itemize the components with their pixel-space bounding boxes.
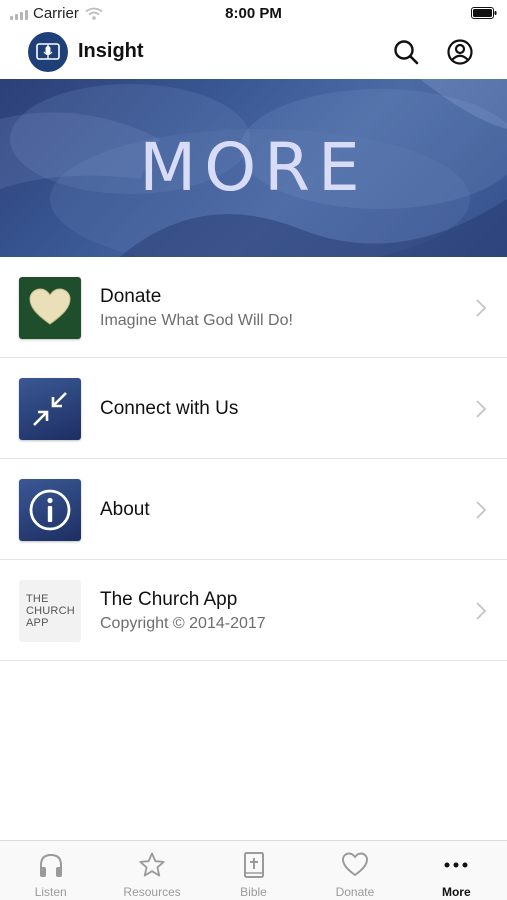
status-time: 8:00 PM <box>225 5 282 22</box>
tab-listen[interactable]: Listen <box>0 841 101 900</box>
menu-item-title: Donate <box>100 286 162 307</box>
menu-item-title: Connect with Us <box>100 398 239 419</box>
info-icon <box>29 489 71 531</box>
logo-line: THE <box>26 593 49 605</box>
heart-icon <box>341 851 369 879</box>
the-church-app-logo: THE CHURCH APP <box>19 580 81 642</box>
menu-list: Donate Imagine What God Will Do! Connect… <box>0 257 507 661</box>
star-icon <box>138 851 166 879</box>
menu-item-subtitle: Imagine What God Will Do! <box>100 312 293 329</box>
app-title: Insight <box>78 40 144 62</box>
chevron-right-icon <box>476 400 487 418</box>
tab-label: Listen <box>34 885 67 899</box>
arrows-inward-icon <box>33 392 67 426</box>
tab-donate[interactable]: Donate <box>304 841 405 900</box>
menu-item-donate[interactable]: Donate Imagine What God Will Do! <box>0 257 507 358</box>
more-screen: Carrier 8:00 PM Insight MORE Donate Imag… <box>0 0 507 900</box>
tab-label: Bible <box>240 885 267 899</box>
app-header: Insight <box>0 28 507 78</box>
bible-icon <box>240 851 268 879</box>
tab-resources[interactable]: Resources <box>101 841 202 900</box>
status-bar: Carrier 8:00 PM <box>0 0 507 28</box>
more-dots-icon <box>442 851 470 879</box>
menu-item-title: About <box>100 499 150 520</box>
menu-item-title: The Church App <box>100 589 238 610</box>
chevron-right-icon <box>476 602 487 620</box>
about-thumbnail <box>19 479 81 541</box>
chevron-right-icon <box>476 299 487 317</box>
tab-bible[interactable]: Bible <box>203 841 304 900</box>
menu-item-subtitle: Copyright © 2014-2017 <box>100 615 266 632</box>
tab-label: More <box>441 885 471 899</box>
chevron-right-icon <box>476 501 487 519</box>
microphone-book-icon <box>36 43 60 60</box>
menu-item-connect[interactable]: Connect with Us <box>0 358 507 459</box>
hero-title: MORE <box>139 129 368 206</box>
tab-label: Resources <box>123 885 181 899</box>
menu-item-about[interactable]: About <box>0 459 507 560</box>
search-icon[interactable] <box>392 38 420 66</box>
heart-icon <box>29 288 71 325</box>
the-church-app-logo-text: THE CHURCH APP <box>26 593 75 629</box>
battery-icon <box>471 7 497 19</box>
tab-bar: Listen Resources Bible Donate More <box>0 840 507 900</box>
connect-thumbnail <box>19 378 81 440</box>
hero-banner: MORE <box>0 79 507 257</box>
logo-icon[interactable] <box>28 32 68 72</box>
donate-thumbnail <box>19 277 81 339</box>
logo-line: APP <box>26 617 49 629</box>
menu-item-church-app[interactable]: THE CHURCH APP The Church App Copyright … <box>0 560 507 661</box>
tab-label: Donate <box>335 885 375 899</box>
headphones-icon <box>37 851 65 879</box>
tab-more[interactable]: More <box>406 841 507 900</box>
logo-line: CHURCH <box>26 605 75 617</box>
account-icon[interactable] <box>446 38 474 66</box>
